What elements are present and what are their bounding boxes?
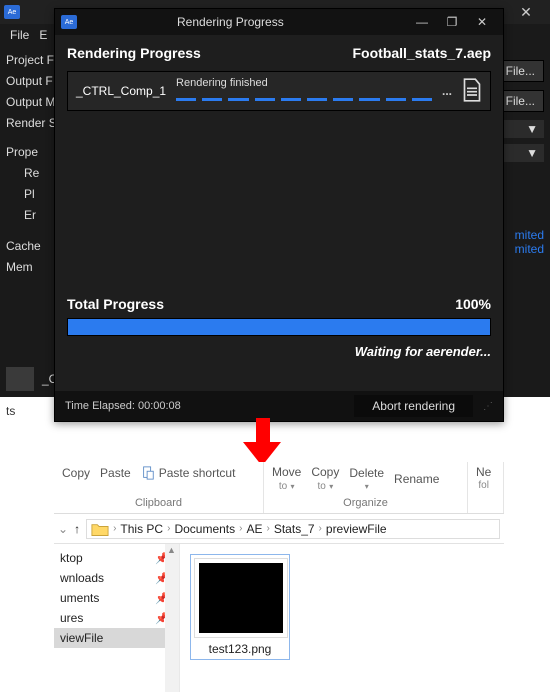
crumb[interactable]: previewFile bbox=[326, 522, 387, 536]
paste-button[interactable]: Paste bbox=[100, 466, 131, 480]
file-item-selected[interactable]: test123.png bbox=[190, 554, 290, 660]
side-item[interactable]: wnloads📌 bbox=[54, 568, 179, 588]
maximize-button[interactable]: ❐ bbox=[437, 15, 467, 29]
ribbon-toolbar: Copy Paste Paste shortcut Clipboard Move… bbox=[54, 462, 504, 514]
side-scrollbar[interactable] bbox=[165, 544, 179, 692]
group-organize-label: Organize bbox=[272, 497, 459, 509]
dialog-footer: Time Elapsed: 00:00:08 Abort rendering ⋰ bbox=[55, 391, 503, 421]
crumb[interactable]: Stats_7 bbox=[274, 522, 315, 536]
resize-grip-icon[interactable]: ⋰ bbox=[483, 401, 493, 412]
file-name: test123.png bbox=[194, 638, 286, 656]
bg-cache: Cache bbox=[6, 236, 57, 257]
side-item[interactable]: ktop📌 bbox=[54, 548, 179, 568]
expand-ribbon-icon[interactable]: ⌄ bbox=[58, 522, 68, 536]
comp-status: Rendering finished bbox=[176, 77, 268, 89]
dialog-titlebar[interactable]: Ae Rendering Progress — ❐ ✕ bbox=[55, 9, 503, 35]
total-progress-value: 100% bbox=[455, 296, 491, 312]
up-button[interactable]: ↑ bbox=[74, 522, 80, 536]
time-elapsed-value: 00:00:08 bbox=[138, 400, 181, 412]
bg-sub: Er bbox=[6, 205, 57, 226]
waiting-status: Waiting for aerender... bbox=[67, 344, 491, 359]
bg-props: Prope bbox=[6, 142, 57, 163]
bg-close-button[interactable]: ✕ bbox=[506, 4, 546, 21]
time-elapsed-label: Time Elapsed: bbox=[65, 400, 135, 412]
rename-button[interactable]: Rename bbox=[394, 473, 439, 486]
comp-progress-bar bbox=[176, 98, 432, 101]
paste-shortcut-button[interactable]: Paste shortcut bbox=[159, 466, 236, 480]
chevron-right-icon: › bbox=[167, 523, 170, 534]
document-icon[interactable] bbox=[462, 78, 482, 105]
bg-sidebar: Project F Output F Output M Render S Pro… bbox=[6, 50, 57, 278]
chevron-right-icon: › bbox=[113, 523, 116, 534]
bg-row: Output F bbox=[6, 71, 57, 92]
chevron-right-icon: › bbox=[267, 523, 270, 534]
side-item[interactable]: ures📌 bbox=[54, 608, 179, 628]
project-filename: Football_stats_7.aep bbox=[353, 45, 492, 61]
delete-button[interactable]: Delete ▾ bbox=[349, 467, 384, 493]
menu-edit[interactable]: E bbox=[39, 28, 47, 42]
close-button[interactable]: ✕ bbox=[467, 15, 497, 29]
menu-file[interactable]: File bbox=[10, 28, 29, 42]
bg-thumb-box bbox=[6, 367, 34, 391]
bg-sub: Pl bbox=[6, 184, 57, 205]
app-badge-icon: Ae bbox=[61, 15, 77, 29]
comp-name: _CTRL_Comp_1 bbox=[76, 84, 166, 98]
group-clipboard-label: Clipboard bbox=[62, 497, 255, 509]
app-badge-icon: Ae bbox=[4, 5, 20, 19]
total-progress-bar bbox=[67, 318, 491, 336]
bg-mem: Mem bbox=[6, 257, 57, 278]
more-icon[interactable]: ... bbox=[442, 84, 452, 98]
dialog-title: Rendering Progress bbox=[177, 15, 284, 29]
move-to-button[interactable]: Move to ▾ bbox=[272, 466, 301, 493]
file-explorer-window: Copy Paste Paste shortcut Clipboard Move… bbox=[54, 462, 504, 692]
file-thumbnail bbox=[194, 558, 288, 638]
side-navigation: ktop📌 wnloads📌 uments📌 ures📌 viewFile bbox=[54, 544, 180, 692]
new-folder-button[interactable]: Ne fol bbox=[476, 466, 491, 492]
bg-row: Output M bbox=[6, 92, 57, 113]
crumb[interactable]: This PC bbox=[120, 522, 163, 536]
abort-rendering-button[interactable]: Abort rendering bbox=[354, 395, 473, 417]
bg-row: Render S bbox=[6, 113, 57, 134]
comp-progress-row: _CTRL_Comp_1 Rendering finished ... bbox=[67, 71, 491, 111]
folder-icon bbox=[91, 522, 109, 536]
chevron-right-icon: › bbox=[319, 523, 322, 534]
side-item[interactable]: uments📌 bbox=[54, 588, 179, 608]
crumb[interactable]: Documents bbox=[174, 522, 235, 536]
file-list[interactable]: test123.png bbox=[180, 544, 504, 692]
copy-button[interactable]: Copy bbox=[62, 466, 90, 480]
crumb[interactable]: AE bbox=[246, 522, 262, 536]
dialog-heading: Rendering Progress bbox=[67, 45, 201, 61]
red-arrow-icon bbox=[240, 418, 284, 468]
copy-to-button[interactable]: Copy to ▾ bbox=[311, 466, 339, 493]
truncated-label: ts bbox=[6, 404, 15, 418]
total-progress-section: Total Progress 100% Waiting for aerender… bbox=[55, 296, 503, 359]
minimize-button[interactable]: — bbox=[407, 15, 437, 29]
paste-shortcut-icon bbox=[141, 466, 155, 480]
bg-sub: Re bbox=[6, 163, 57, 184]
address-bar: ⌄ ↑ › This PC › Documents › AE › Stats_7… bbox=[54, 514, 504, 544]
bg-row: Project F bbox=[6, 50, 57, 71]
chevron-right-icon: › bbox=[239, 523, 242, 534]
total-progress-label: Total Progress bbox=[67, 296, 164, 312]
breadcrumb[interactable]: › This PC › Documents › AE › Stats_7 › p… bbox=[86, 519, 500, 539]
rendering-progress-dialog: Ae Rendering Progress — ❐ ✕ Rendering Pr… bbox=[54, 8, 504, 422]
side-item-selected[interactable]: viewFile bbox=[54, 628, 179, 648]
